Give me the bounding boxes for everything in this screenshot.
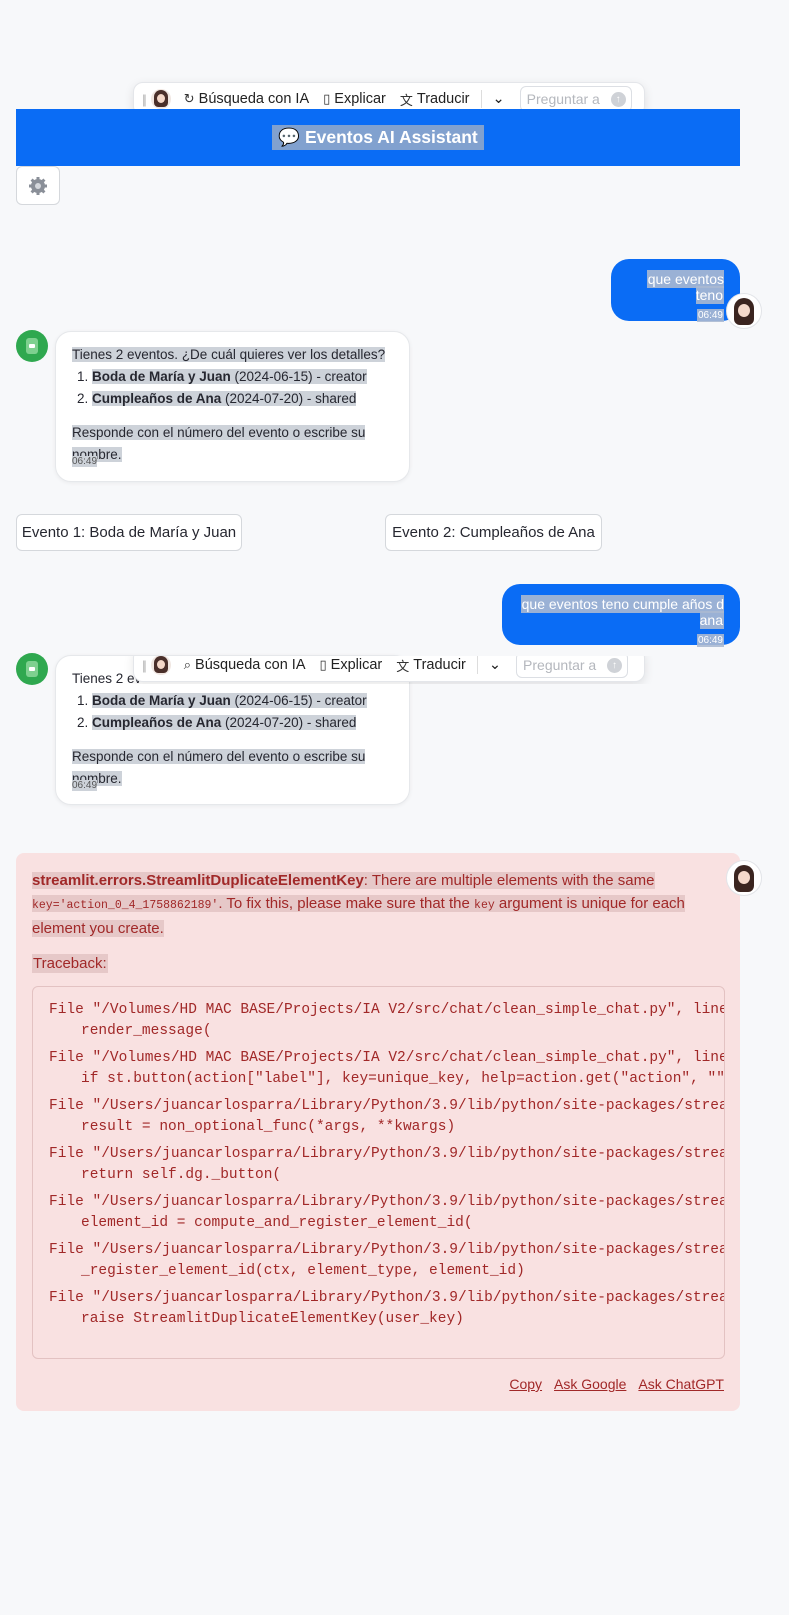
- message-timestamp: 06:49: [696, 309, 724, 322]
- selection-toolbar: || ⌕ Búsqueda con IA ▯ Explicar 文 Traduc…: [133, 656, 645, 682]
- translate-icon: 文: [396, 658, 410, 674]
- assistant-avatar-icon: [150, 89, 171, 109]
- event-list-item: Boda de María y Juan (2024-06-15) - crea…: [92, 366, 393, 388]
- trace-file-line: File "/Users/juancarlosparra/Library/Pyt…: [49, 1242, 725, 1258]
- assistant-intro-text: Tienes 2 eventos. ¿De cuál quieres ver l…: [72, 347, 386, 362]
- event-list: Boda de María y Juan (2024-06-15) - crea…: [72, 690, 393, 734]
- ask-input[interactable]: Preguntar a ↑: [516, 656, 629, 678]
- copy-link[interactable]: Copy: [509, 1376, 542, 1392]
- error-key-code: key='action_0_4_1758862189': [32, 899, 219, 912]
- ai-search-label: Búsqueda con IA: [195, 657, 306, 673]
- speech-bubble-icon: 💬: [278, 127, 301, 147]
- translate-label: Traducir: [413, 657, 466, 673]
- robot-icon: [26, 338, 38, 354]
- gear-icon: [29, 176, 47, 195]
- search-icon: ⌕: [183, 657, 192, 672]
- bot-avatar: [16, 330, 48, 362]
- book-icon: ▯: [319, 657, 327, 672]
- event-list: Boda de María y Juan (2024-06-15) - crea…: [72, 366, 393, 410]
- trace-file-line: File "/Users/juancarlosparra/Library/Pyt…: [49, 1146, 725, 1162]
- toolbar-divider: [476, 656, 478, 674]
- explain-label: Explicar: [334, 91, 386, 107]
- assistant-avatar-icon: [150, 656, 171, 675]
- ask-chatgpt-link[interactable]: Ask ChatGPT: [638, 1376, 724, 1392]
- event-list-item: Cumpleaños de Ana (2024-07-20) - shared: [92, 388, 393, 410]
- send-arrow-icon[interactable]: ↑: [610, 92, 626, 107]
- toolbar-divider: [480, 90, 482, 108]
- app-header: 💬 Eventos AI Assistant: [16, 109, 740, 166]
- ai-search-button[interactable]: ⌕ Búsqueda con IA: [184, 657, 306, 673]
- trace-file-line: File "/Users/juancarlosparra/Library/Pyt…: [49, 1194, 725, 1210]
- error-exception-name: streamlit.errors.StreamlitDuplicateEleme…: [32, 872, 364, 889]
- chevron-down-icon: ⌄: [488, 657, 502, 673]
- trace-code-line: result = non_optional_func(*args, **kwar…: [81, 1119, 456, 1135]
- trace-code-line: element_id = compute_and_register_elemen…: [81, 1215, 473, 1231]
- error-message: streamlit.errors.StreamlitDuplicateEleme…: [32, 872, 685, 937]
- drag-handle-icon[interactable]: ||: [142, 658, 147, 673]
- user-avatar: [726, 860, 762, 896]
- ask-google-link[interactable]: Ask Google: [554, 1376, 626, 1392]
- trace-code-line: _register_element_id(ctx, element_type, …: [81, 1263, 525, 1279]
- ask-placeholder: Preguntar a: [526, 91, 600, 107]
- error-panel: streamlit.errors.StreamlitDuplicateEleme…: [16, 853, 740, 1411]
- more-options-button[interactable]: ⌄: [489, 657, 501, 673]
- translate-button[interactable]: 文 Traducir: [400, 90, 470, 109]
- trace-code-line: if st.button(action["label"], key=unique…: [81, 1071, 725, 1087]
- event-list-item: Boda de María y Juan (2024-06-15) - crea…: [92, 690, 393, 712]
- translate-icon: 文: [399, 92, 413, 108]
- toolbar-clip: || ⌕ Búsqueda con IA ▯ Explicar 文 Traduc…: [0, 656, 789, 684]
- ai-search-icon: ↻: [183, 91, 195, 106]
- app-title-text: Eventos AI Assistant: [304, 127, 478, 147]
- ai-search-label: Búsqueda con IA: [198, 91, 310, 107]
- settings-button[interactable]: [16, 166, 60, 205]
- more-options-button[interactable]: ⌄: [493, 91, 505, 107]
- event-1-button[interactable]: Evento 1: Boda de María y Juan: [16, 514, 242, 551]
- user-avatar: [726, 293, 762, 329]
- trace-code-line: return self.dg._button(: [81, 1167, 282, 1183]
- traceback-box[interactable]: File "/Volumes/HD MAC BASE/Projects/IA V…: [32, 986, 725, 1359]
- send-arrow-icon[interactable]: ↑: [607, 658, 623, 673]
- traceback-label: Traceback:: [32, 954, 108, 973]
- message-timestamp: 06:49: [72, 456, 98, 467]
- translate-label: Traducir: [416, 91, 470, 107]
- book-icon: ▯: [323, 91, 331, 106]
- trace-file-line: File "/Users/juancarlosparra/Library/Pyt…: [49, 1098, 725, 1114]
- assistant-message-card: Tienes 2 eventos. ¿De cuál quieres ver l…: [55, 331, 410, 482]
- event-list-item: Cumpleaños de Ana (2024-07-20) - shared: [92, 712, 393, 734]
- message-timestamp: 06:49: [72, 780, 98, 791]
- user-message-text: que eventos teno: [646, 270, 724, 304]
- trace-file-line: File "/Users/juancarlosparra/Library/Pyt…: [49, 1290, 725, 1306]
- user-message-bubble: que eventos teno cumple años d ana 06:49: [502, 584, 740, 647]
- message-timestamp: 06:49: [696, 634, 724, 647]
- app-title: 💬 Eventos AI Assistant: [272, 125, 484, 150]
- user-message-text: que eventos teno cumple años d ana: [520, 595, 724, 629]
- user-message-bubble: que eventos teno 06:49: [611, 259, 740, 322]
- translate-button[interactable]: 文 Traducir: [396, 656, 466, 675]
- chevron-down-icon: ⌄: [492, 91, 505, 107]
- trace-code-line: raise StreamlitDuplicateElementKey(user_…: [81, 1311, 464, 1327]
- event-1-button-label: Evento 1: Boda de María y Juan: [21, 524, 237, 541]
- explain-button[interactable]: ▯ Explicar: [320, 657, 383, 673]
- event-2-button[interactable]: Evento 2: Cumpleaños de Ana: [385, 514, 602, 551]
- ai-search-button[interactable]: ↻ Búsqueda con IA: [184, 91, 309, 107]
- explain-button[interactable]: ▯ Explicar: [323, 91, 386, 107]
- trace-file-line: File "/Volumes/HD MAC BASE/Projects/IA V…: [49, 1002, 725, 1018]
- trace-file-line: File "/Volumes/HD MAC BASE/Projects/IA V…: [49, 1050, 725, 1066]
- explain-label: Explicar: [330, 657, 383, 673]
- ask-placeholder: Preguntar a: [523, 657, 597, 673]
- error-links: Copy Ask Google Ask ChatGPT: [509, 1376, 724, 1392]
- event-2-button-label: Evento 2: Cumpleaños de Ana: [392, 524, 595, 541]
- drag-handle-icon[interactable]: ||: [142, 92, 147, 107]
- trace-code-line: render_message(: [81, 1023, 212, 1039]
